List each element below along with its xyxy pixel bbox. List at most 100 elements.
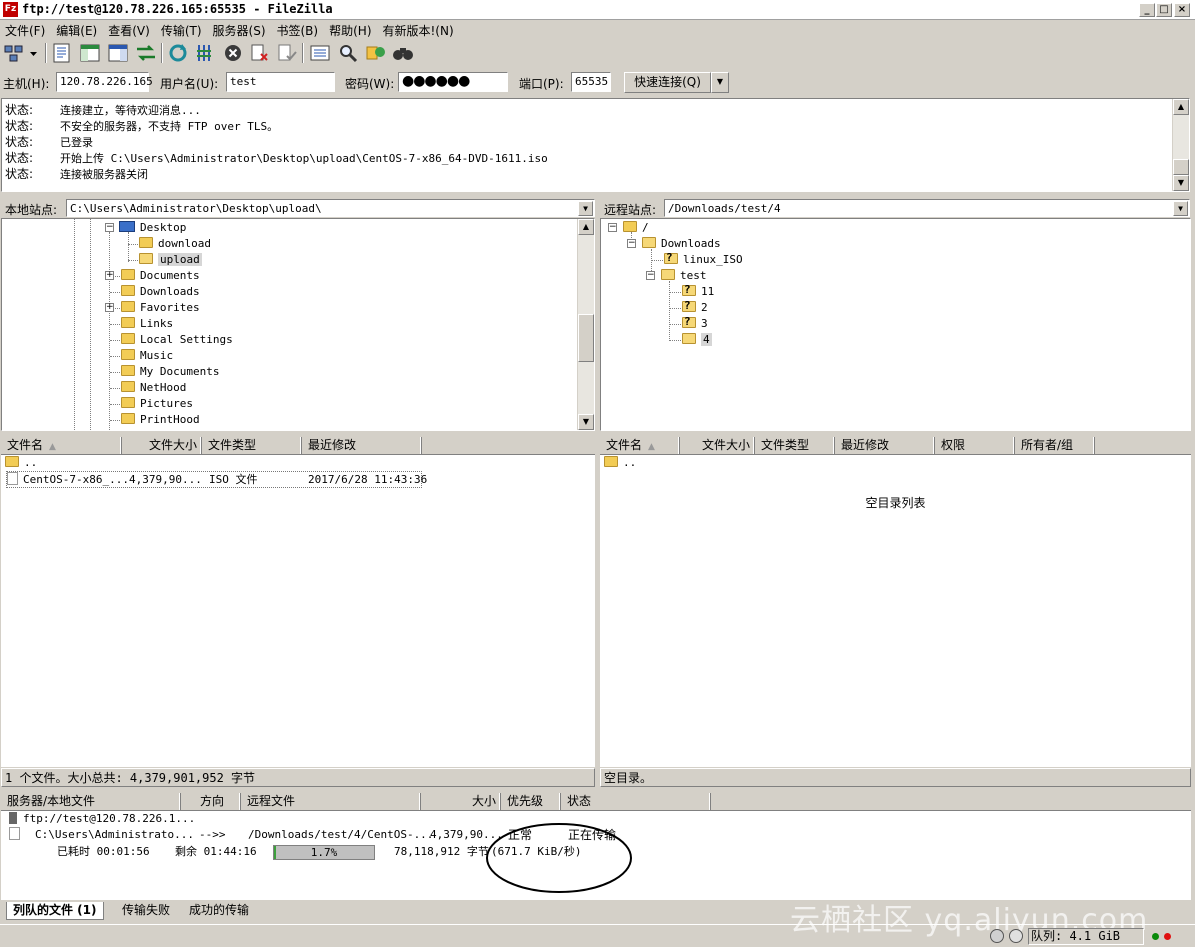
remote-file-list[interactable]: .. 空目录列表 (600, 455, 1191, 767)
close-button[interactable]: × (1174, 3, 1190, 17)
quickconnect-button[interactable]: 快速连接(Q) (624, 72, 711, 93)
tree-node-nethood[interactable]: NetHood (121, 380, 186, 396)
list-item-parent[interactable]: .. (604, 455, 636, 471)
sync-browsing-icon[interactable] (364, 42, 388, 64)
process-queue-icon[interactable] (194, 42, 218, 64)
menu-transfer[interactable]: 传输(T) (156, 21, 208, 39)
tree-node-desktop[interactable]: Desktop (119, 220, 186, 236)
binoculars-icon[interactable] (391, 42, 415, 64)
expand-icon[interactable]: + (105, 271, 114, 280)
host-input[interactable]: 120.78.226.165 (56, 72, 153, 92)
menu-help[interactable]: 帮助(H) (324, 21, 377, 39)
col-local-type[interactable]: 文件类型 (202, 437, 302, 454)
collapse-icon[interactable]: − (627, 239, 636, 248)
queue-server-row[interactable]: ftp://test@120.78.226.1... (9, 811, 195, 827)
remote-path-dropdown[interactable]: ▼ (1173, 201, 1188, 216)
collapse-icon[interactable]: − (105, 223, 114, 232)
collapse-icon[interactable]: − (608, 223, 617, 232)
tree-node-linux-iso[interactable]: ? linux_ISO (664, 251, 743, 268)
username-input[interactable]: test (226, 72, 335, 92)
tree-node-music[interactable]: Music (121, 348, 173, 364)
cancel-operation-icon[interactable] (221, 42, 245, 64)
menu-server[interactable]: 服务器(S) (208, 21, 272, 39)
search-icon[interactable] (336, 42, 360, 64)
tree-node-root[interactable]: / (623, 220, 649, 236)
tab-successful-transfers[interactable]: 成功的传输 (183, 902, 255, 920)
expand-icon[interactable]: + (105, 303, 114, 312)
message-log[interactable]: 状态: 连接建立，等待欢迎消息... 状态: 不安全的服务器，不支持 FTP ove… (1, 98, 1190, 192)
scroll-up-icon[interactable]: ▲ (1173, 99, 1189, 115)
scroll-down-icon[interactable]: ▼ (578, 414, 594, 430)
quickconnect-history-dropdown[interactable]: ▼ (711, 72, 729, 93)
toggle-local-tree-icon[interactable] (78, 42, 102, 64)
minimize-button[interactable]: _ (1139, 3, 1155, 17)
col-queue-direction[interactable]: 方向 (181, 793, 241, 810)
disconnect-icon[interactable] (248, 42, 272, 64)
col-queue-remote[interactable]: 远程文件 (241, 793, 421, 810)
tree-node-downloads[interactable]: Downloads (642, 236, 721, 252)
col-queue-status[interactable]: 状态 (561, 793, 711, 810)
collapse-icon[interactable]: − (646, 271, 655, 280)
menu-bookmarks[interactable]: 书签(B) (272, 21, 325, 39)
local-tree-scrollbar[interactable]: ▲ ▼ (577, 219, 594, 430)
tree-node-my-documents[interactable]: My Documents (121, 364, 219, 380)
col-local-size[interactable]: 文件大小 (122, 437, 202, 454)
port-input[interactable]: 65535 (571, 72, 611, 92)
menu-edit[interactable]: 编辑(E) (51, 21, 103, 39)
toggle-log-icon[interactable] (50, 42, 74, 64)
log-scroll-thumb[interactable] (1173, 159, 1189, 175)
maximize-button[interactable]: □ (1156, 3, 1172, 17)
scroll-down-icon[interactable]: ▼ (1173, 175, 1189, 191)
menu-file[interactable]: 文件(F) (0, 21, 51, 39)
tree-node-documents[interactable]: Documents (121, 268, 200, 284)
tree-node-downloads[interactable]: Downloads (121, 284, 200, 300)
tree-node-pictures[interactable]: Pictures (121, 396, 193, 412)
local-path-input[interactable]: C:\Users\Administrator\Desktop\upload\ ▼ (66, 199, 595, 217)
table-row[interactable]: CentOS-7-x86_... 4,379,90... ISO 文件 2017… (6, 471, 427, 488)
col-remote-size[interactable]: 文件大小 (680, 437, 755, 454)
log-scrollbar[interactable]: ▲ ▼ (1172, 99, 1189, 191)
menu-new-version[interactable]: 有新版本!(N) (378, 21, 460, 39)
tree-node-download[interactable]: download (139, 236, 211, 252)
tree-node-printhood[interactable]: PrintHood (121, 412, 200, 428)
file-icon (9, 827, 20, 840)
col-local-modified[interactable]: 最近修改 (302, 437, 422, 454)
tree-node-links[interactable]: Links (121, 316, 173, 332)
local-directory-tree[interactable]: − Desktop download upload + Documents Do… (1, 218, 595, 431)
col-remote-owner[interactable]: 所有者/组 (1015, 437, 1095, 454)
tab-queued-files[interactable]: 列队的文件 (1) (6, 902, 104, 920)
col-remote-type[interactable]: 文件类型 (755, 437, 835, 454)
remote-site-bar: 远程站点: /Downloads/test/4 ▼ (600, 199, 1191, 218)
transfer-queue[interactable]: ftp://test@120.78.226.1... C:\Users\Admi… (1, 811, 1191, 900)
refresh-icon[interactable] (166, 42, 190, 64)
col-queue-size[interactable]: 大小 (421, 793, 501, 810)
toggle-queue-icon[interactable] (134, 42, 158, 64)
reconnect-icon[interactable] (275, 42, 299, 64)
col-queue-priority[interactable]: 优先级 (501, 793, 561, 810)
scroll-up-icon[interactable]: ▲ (578, 219, 594, 235)
tree-node-favorites[interactable]: Favorites (121, 300, 200, 316)
tree-node-3[interactable]: ? 3 (682, 315, 708, 332)
site-manager-dropdown-icon[interactable] (27, 42, 41, 64)
col-remote-permissions[interactable]: 权限 (935, 437, 1015, 454)
tree-node-local-settings[interactable]: Local Settings (121, 332, 233, 348)
menu-view[interactable]: 查看(V) (103, 21, 156, 39)
col-remote-filename[interactable]: 文件名 ▲ (600, 437, 680, 454)
remote-path-input[interactable]: /Downloads/test/4 ▼ (664, 199, 1190, 217)
local-tree-scroll-thumb[interactable] (578, 314, 594, 362)
col-queue-server[interactable]: 服务器/本地文件 (1, 793, 181, 810)
col-remote-modified[interactable]: 最近修改 (835, 437, 935, 454)
tree-node-4[interactable]: 4 (682, 332, 712, 348)
directory-listing-filters-icon[interactable] (308, 42, 332, 64)
tree-node-upload[interactable]: upload (139, 252, 202, 268)
title-bar[interactable]: Fz ftp://test@120.78.226.165:65535 - Fil… (0, 0, 1195, 20)
tab-failed-transfers[interactable]: 传输失败 (116, 902, 176, 920)
local-file-list[interactable]: .. CentOS-7-x86_... 4,379,90... ISO 文件 2… (1, 455, 595, 767)
col-local-filename[interactable]: 文件名 ▲ (1, 437, 122, 454)
toggle-remote-tree-icon[interactable] (106, 42, 130, 64)
list-item-parent[interactable]: .. (5, 455, 37, 471)
password-input[interactable]: ●●●●●● (398, 72, 508, 92)
local-path-dropdown[interactable]: ▼ (578, 201, 593, 216)
site-manager-icon[interactable] (3, 42, 27, 64)
remote-directory-tree[interactable]: − / − Downloads ? linux_ISO − test ? 11 ? 2… (600, 218, 1191, 431)
